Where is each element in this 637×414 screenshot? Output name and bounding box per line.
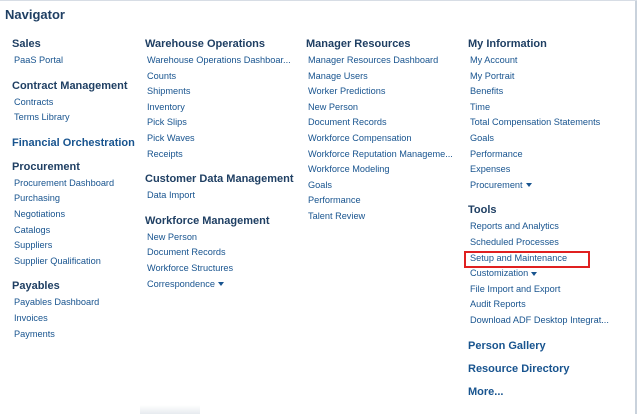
nav-link-financial-orchestration[interactable]: Financial Orchestration xyxy=(12,136,137,150)
nav-link-paas-portal[interactable]: PaaS Portal xyxy=(12,53,137,69)
nav-link-document-records[interactable]: Document Records xyxy=(145,245,295,261)
nav-link-resource-directory[interactable]: Resource Directory xyxy=(468,362,633,376)
nav-link-shipments[interactable]: Shipments xyxy=(145,84,295,100)
nav-link-pick-slips[interactable]: Pick Slips xyxy=(145,115,295,131)
nav-link-scheduled-processes[interactable]: Scheduled Processes xyxy=(468,235,633,251)
nav-link-suppliers[interactable]: Suppliers xyxy=(12,238,137,254)
nav-link-payables-dashboard[interactable]: Payables Dashboard xyxy=(12,295,137,311)
nav-link-procurement-dashboard[interactable]: Procurement Dashboard xyxy=(12,176,137,192)
navigator-column-4: My Information My Account My Portrait Be… xyxy=(468,37,633,408)
nav-link-inventory[interactable]: Inventory xyxy=(145,100,295,116)
nav-link-invoices[interactable]: Invoices xyxy=(12,311,137,327)
category-procurement: Procurement xyxy=(12,160,80,173)
navigator-column-1: Sales PaaS Portal Contract Management Co… xyxy=(12,37,137,352)
nav-link-total-compensation-statements[interactable]: Total Compensation Statements xyxy=(468,115,633,131)
nav-link-reports-and-analytics[interactable]: Reports and Analytics xyxy=(468,219,633,235)
nav-link-purchasing[interactable]: Purchasing xyxy=(12,191,137,207)
nav-link-benefits[interactable]: Benefits xyxy=(468,84,633,100)
nav-link-manager-resources-dashboard[interactable]: Manager Resources Dashboard xyxy=(306,53,461,69)
nav-link-supplier-qualification[interactable]: Supplier Qualification xyxy=(12,254,137,270)
navigator-column-2: Warehouse Operations Warehouse Operation… xyxy=(145,37,295,302)
nav-link-performance[interactable]: Performance xyxy=(306,193,461,209)
nav-menu-customization[interactable]: Customization xyxy=(468,266,633,282)
nav-link-warehouse-operations-dashboard[interactable]: Warehouse Operations Dashboar... xyxy=(145,53,295,69)
chevron-down-icon xyxy=(531,271,538,276)
nav-link-audit-reports[interactable]: Audit Reports xyxy=(468,297,633,313)
nav-link-data-import[interactable]: Data Import xyxy=(145,188,295,204)
nav-link-terms-library[interactable]: Terms Library xyxy=(12,110,137,126)
category-workforce-management: Workforce Management xyxy=(145,214,270,227)
nav-link-new-person[interactable]: New Person xyxy=(145,230,295,246)
nav-link-workforce-structures[interactable]: Workforce Structures xyxy=(145,261,295,277)
nav-link-workforce-modeling[interactable]: Workforce Modeling xyxy=(306,162,461,178)
navigator-column-3: Manager Resources Manager Resources Dash… xyxy=(306,37,461,235)
nav-link-payments[interactable]: Payments xyxy=(12,327,137,343)
nav-link-workforce-reputation-management[interactable]: Workforce Reputation Manageme... xyxy=(306,147,461,163)
nav-link-goals[interactable]: Goals xyxy=(468,131,633,147)
nav-link-my-account[interactable]: My Account xyxy=(468,53,633,69)
category-tools: Tools xyxy=(468,204,497,217)
category-warehouse-operations: Warehouse Operations xyxy=(145,38,266,50)
nav-link-contracts[interactable]: Contracts xyxy=(12,95,137,111)
nav-link-worker-predictions[interactable]: Worker Predictions xyxy=(306,84,461,100)
category-manager-resources: Manager Resources xyxy=(306,38,411,50)
chevron-down-icon xyxy=(525,183,532,188)
chevron-down-icon xyxy=(217,282,224,287)
nav-link-download-adf-desktop-integration[interactable]: Download ADF Desktop Integrat... xyxy=(468,313,633,329)
highlight-box xyxy=(464,250,590,269)
nav-menu-customization-label: Customization xyxy=(470,268,529,279)
nav-menu-procurement[interactable]: Procurement xyxy=(468,178,633,194)
navigator-panel: Navigator Sales PaaS Portal Contract Man… xyxy=(0,0,637,414)
nav-menu-correspondence-label: Correspondence xyxy=(147,278,215,289)
nav-link-time[interactable]: Time xyxy=(468,100,633,116)
nav-link-performance[interactable]: Performance xyxy=(468,147,633,163)
nav-link-goals[interactable]: Goals xyxy=(306,178,461,194)
category-customer-data-management: Customer Data Management xyxy=(145,173,294,186)
nav-link-document-records[interactable]: Document Records xyxy=(306,115,461,131)
nav-link-counts[interactable]: Counts xyxy=(145,69,295,85)
nav-link-manage-users[interactable]: Manage Users xyxy=(306,69,461,85)
nav-link-new-person[interactable]: New Person xyxy=(306,100,461,116)
category-contract-management: Contract Management xyxy=(12,79,128,92)
nav-link-workforce-compensation[interactable]: Workforce Compensation xyxy=(306,131,461,147)
nav-menu-correspondence[interactable]: Correspondence xyxy=(145,277,295,293)
nav-link-more[interactable]: More... xyxy=(468,385,633,399)
category-my-information: My Information xyxy=(468,38,547,50)
nav-link-receipts[interactable]: Receipts xyxy=(145,147,295,163)
nav-link-pick-waves[interactable]: Pick Waves xyxy=(145,131,295,147)
nav-link-negotiations[interactable]: Negotiations xyxy=(12,207,137,223)
nav-link-catalogs[interactable]: Catalogs xyxy=(12,223,137,239)
category-sales: Sales xyxy=(12,38,41,50)
navigator-title: Navigator xyxy=(5,7,65,22)
nav-link-file-import-and-export[interactable]: File Import and Export xyxy=(468,282,633,298)
nav-link-talent-review[interactable]: Talent Review xyxy=(306,209,461,225)
nav-link-person-gallery[interactable]: Person Gallery xyxy=(468,339,633,353)
nav-link-expenses[interactable]: Expenses xyxy=(468,162,633,178)
category-payables: Payables xyxy=(12,280,60,293)
nav-menu-procurement-label: Procurement xyxy=(470,179,523,190)
nav-link-my-portrait[interactable]: My Portrait xyxy=(468,69,633,85)
